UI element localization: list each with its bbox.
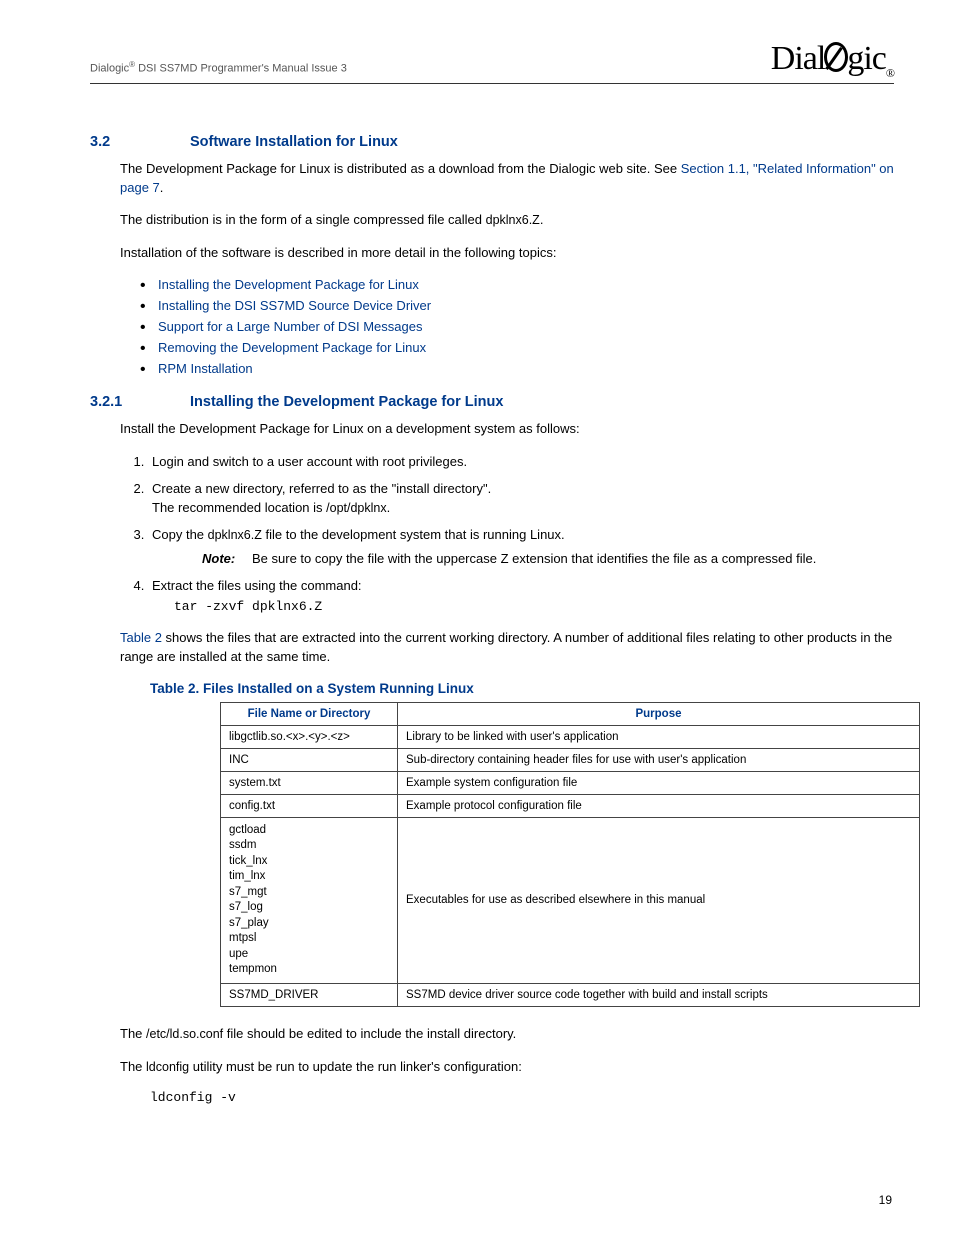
body-paragraph: Table 2 shows the files that are extract… [120,629,894,667]
page-header: Dialogic® DSI SS7MD Programmer's Manual … [90,40,894,84]
body-paragraph: The ldconfig utility must be run to upda… [120,1058,894,1077]
section-title: Installing the Development Package for L… [190,394,503,410]
table-row: gctload ssdm tick_lnx tim_lnx s7_mgt s7_… [221,817,920,983]
topic-link[interactable]: Installing the Development Package for L… [140,277,894,292]
body-paragraph: The Development Package for Linux is dis… [120,160,894,198]
table-row: libgctlib.so.<x>.<y>.<z>Library to be li… [221,725,920,748]
step-item: Copy the dpklnx6.Z file to the developme… [148,526,894,570]
header-doc-title: Dialogic® DSI SS7MD Programmer's Manual … [90,60,347,81]
topic-link[interactable]: Removing the Development Package for Lin… [140,340,894,355]
section-number: 3.2 [90,134,190,150]
table-row: SS7MD_DRIVERSS7MD device driver source c… [221,983,920,1006]
dialogic-logo: Dialgic® [771,40,894,81]
step-item: Extract the files using the command: tar… [148,577,894,617]
section-3-2-1-heading: 3.2.1 Installing the Development Package… [90,394,894,410]
body-paragraph: Installation of the software is describe… [120,244,894,263]
step-item: Create a new directory, referred to as t… [148,480,894,518]
note-text: Be sure to copy the file with the upperc… [252,550,894,569]
command-text: ldconfig -v [150,1090,894,1105]
body-paragraph: Install the Development Package for Linu… [120,420,894,439]
files-table: File Name or Directory Purpose libgctlib… [220,702,920,1007]
install-steps: Login and switch to a user account with … [128,453,894,617]
table-row: system.txtExample system configuration f… [221,771,920,794]
topic-link[interactable]: Installing the DSI SS7MD Source Device D… [140,298,894,313]
command-text: tar -zxvf dpklnx6.Z [174,598,894,617]
topic-list: Installing the Development Package for L… [140,277,894,376]
body-paragraph: The distribution is in the form of a sin… [120,211,894,230]
table-row: config.txtExample protocol configuration… [221,794,920,817]
table-row: INCSub-directory containing header files… [221,748,920,771]
body-paragraph: The /etc/ld.so.conf file should be edite… [120,1025,894,1044]
page-number: 19 [879,1193,892,1207]
section-number: 3.2.1 [90,394,190,410]
section-title: Software Installation for Linux [190,134,398,150]
xref-link[interactable]: Table 2 [120,630,162,645]
table-header: File Name or Directory [221,702,398,725]
topic-link[interactable]: RPM Installation [140,361,894,376]
table-header: Purpose [398,702,920,725]
note-block: Note: Be sure to copy the file with the … [202,550,894,569]
note-label: Note: [202,550,252,569]
logo-o-icon [824,42,848,72]
table-caption: Table 2. Files Installed on a System Run… [150,681,894,696]
step-item: Login and switch to a user account with … [148,453,894,472]
section-3-2-heading: 3.2 Software Installation for Linux [90,134,894,150]
topic-link[interactable]: Support for a Large Number of DSI Messag… [140,319,894,334]
